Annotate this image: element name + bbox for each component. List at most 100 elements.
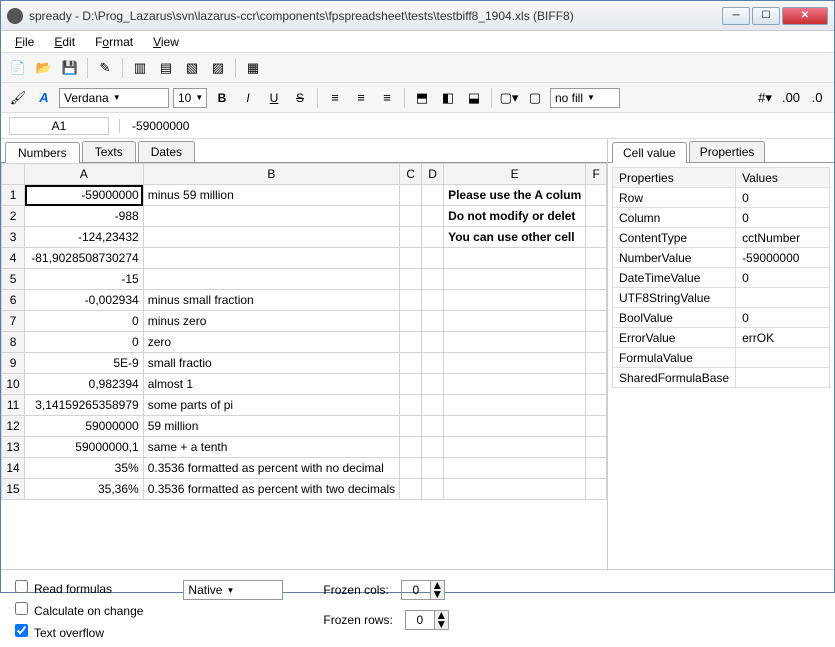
row-header[interactable]: 5 bbox=[2, 269, 25, 290]
col-header[interactable]: F bbox=[586, 164, 607, 185]
cell[interactable]: zero bbox=[143, 332, 399, 353]
cell[interactable] bbox=[422, 374, 444, 395]
cell[interactable]: -124,23432 bbox=[25, 227, 144, 248]
cell[interactable]: 35,36% bbox=[25, 479, 144, 500]
cell[interactable] bbox=[444, 290, 586, 311]
open-icon[interactable]: 📂 bbox=[33, 57, 55, 79]
font-icon[interactable]: A bbox=[33, 87, 55, 109]
valign-mid-icon[interactable]: ◧ bbox=[437, 87, 459, 109]
cell[interactable] bbox=[586, 332, 607, 353]
cell[interactable]: 0 bbox=[25, 311, 144, 332]
cell[interactable] bbox=[586, 185, 607, 206]
cell[interactable]: -988 bbox=[25, 206, 144, 227]
dec-inc-icon[interactable]: .00 bbox=[780, 87, 802, 109]
valign-bot-icon[interactable]: ⬓ bbox=[463, 87, 485, 109]
cell[interactable]: 0 bbox=[25, 332, 144, 353]
cell[interactable] bbox=[400, 332, 422, 353]
row-header[interactable]: 7 bbox=[2, 311, 25, 332]
align-right-icon[interactable]: ≡ bbox=[376, 87, 398, 109]
cell[interactable] bbox=[400, 206, 422, 227]
cell[interactable] bbox=[586, 437, 607, 458]
dec-dec-icon[interactable]: .0 bbox=[806, 87, 828, 109]
cell[interactable] bbox=[444, 311, 586, 332]
cell[interactable] bbox=[422, 311, 444, 332]
cell[interactable] bbox=[143, 206, 399, 227]
cell[interactable] bbox=[586, 269, 607, 290]
col-header[interactable]: C bbox=[400, 164, 422, 185]
insert-col-icon[interactable]: ▥ bbox=[129, 57, 151, 79]
delete-col-icon[interactable]: ▧ bbox=[181, 57, 203, 79]
cell[interactable] bbox=[143, 227, 399, 248]
row-header[interactable]: 4 bbox=[2, 248, 25, 269]
cell[interactable] bbox=[400, 269, 422, 290]
prop-val[interactable]: cctNumber bbox=[736, 228, 830, 248]
align-left-icon[interactable]: ≡ bbox=[324, 87, 346, 109]
cell[interactable] bbox=[586, 227, 607, 248]
cell[interactable] bbox=[444, 332, 586, 353]
cell[interactable]: -15 bbox=[25, 269, 144, 290]
cell[interactable] bbox=[586, 395, 607, 416]
cell[interactable] bbox=[422, 437, 444, 458]
underline-button[interactable]: U bbox=[263, 87, 285, 109]
cell[interactable]: almost 1 bbox=[143, 374, 399, 395]
cell[interactable] bbox=[586, 479, 607, 500]
cell[interactable]: 0.3536 formatted as percent with no deci… bbox=[143, 458, 399, 479]
cell[interactable] bbox=[586, 311, 607, 332]
tab-dates[interactable]: Dates bbox=[138, 141, 195, 162]
fill-swatch-icon[interactable]: ▢ bbox=[524, 87, 546, 109]
numfmt-icon[interactable]: #▾ bbox=[754, 87, 776, 109]
row-header[interactable]: 12 bbox=[2, 416, 25, 437]
cell[interactable] bbox=[143, 248, 399, 269]
row-header[interactable]: 8 bbox=[2, 332, 25, 353]
cell[interactable]: Please use the A colum bbox=[444, 185, 586, 206]
cell[interactable] bbox=[400, 353, 422, 374]
cell[interactable] bbox=[422, 458, 444, 479]
cell[interactable]: 35% bbox=[25, 458, 144, 479]
tab-properties[interactable]: Properties bbox=[689, 141, 766, 162]
prop-val[interactable]: 0 bbox=[736, 188, 830, 208]
cell[interactable] bbox=[400, 458, 422, 479]
cell[interactable]: same + a tenth bbox=[143, 437, 399, 458]
cell[interactable] bbox=[422, 185, 444, 206]
cell[interactable] bbox=[444, 353, 586, 374]
row-header[interactable]: 6 bbox=[2, 290, 25, 311]
row-header[interactable]: 1 bbox=[2, 185, 25, 206]
cell-ref[interactable]: A1 bbox=[9, 117, 109, 135]
cell[interactable]: some parts of pi bbox=[143, 395, 399, 416]
cell[interactable]: -0,002934 bbox=[25, 290, 144, 311]
cell[interactable] bbox=[586, 374, 607, 395]
menu-edit[interactable]: Edit bbox=[46, 33, 83, 51]
cell[interactable] bbox=[586, 290, 607, 311]
prop-val[interactable] bbox=[736, 348, 830, 368]
spreadsheet-grid[interactable]: ABCDEF1-59000000minus 59 millionPlease u… bbox=[1, 163, 607, 500]
cell[interactable] bbox=[143, 269, 399, 290]
row-header[interactable]: 2 bbox=[2, 206, 25, 227]
cell[interactable] bbox=[422, 269, 444, 290]
cell[interactable]: small fractio bbox=[143, 353, 399, 374]
cell[interactable]: minus zero bbox=[143, 311, 399, 332]
cell[interactable] bbox=[422, 227, 444, 248]
cell[interactable] bbox=[586, 353, 607, 374]
cell[interactable]: 59000000,1 bbox=[25, 437, 144, 458]
row-header[interactable]: 10 bbox=[2, 374, 25, 395]
prop-val[interactable]: -59000000 bbox=[736, 248, 830, 268]
cell[interactable] bbox=[422, 479, 444, 500]
cell[interactable] bbox=[444, 269, 586, 290]
cell[interactable] bbox=[400, 290, 422, 311]
prop-val[interactable] bbox=[736, 368, 830, 388]
font-name-combo[interactable]: Verdana▼ bbox=[59, 88, 169, 108]
menu-file[interactable]: File bbox=[7, 33, 42, 51]
prop-val[interactable]: 0 bbox=[736, 268, 830, 288]
cell[interactable] bbox=[586, 458, 607, 479]
frozen-cols-spin[interactable]: 0▲▼ bbox=[401, 580, 445, 600]
cell[interactable] bbox=[400, 374, 422, 395]
cell[interactable] bbox=[400, 185, 422, 206]
frozen-rows-spin[interactable]: 0▲▼ bbox=[405, 610, 449, 630]
minimize-button[interactable]: ─ bbox=[722, 7, 750, 25]
row-header[interactable]: 15 bbox=[2, 479, 25, 500]
col-header[interactable]: A bbox=[25, 164, 144, 185]
cell[interactable]: 59000000 bbox=[25, 416, 144, 437]
cell[interactable]: Do not modify or delet bbox=[444, 206, 586, 227]
cell[interactable] bbox=[444, 437, 586, 458]
prop-val[interactable]: 0 bbox=[736, 208, 830, 228]
